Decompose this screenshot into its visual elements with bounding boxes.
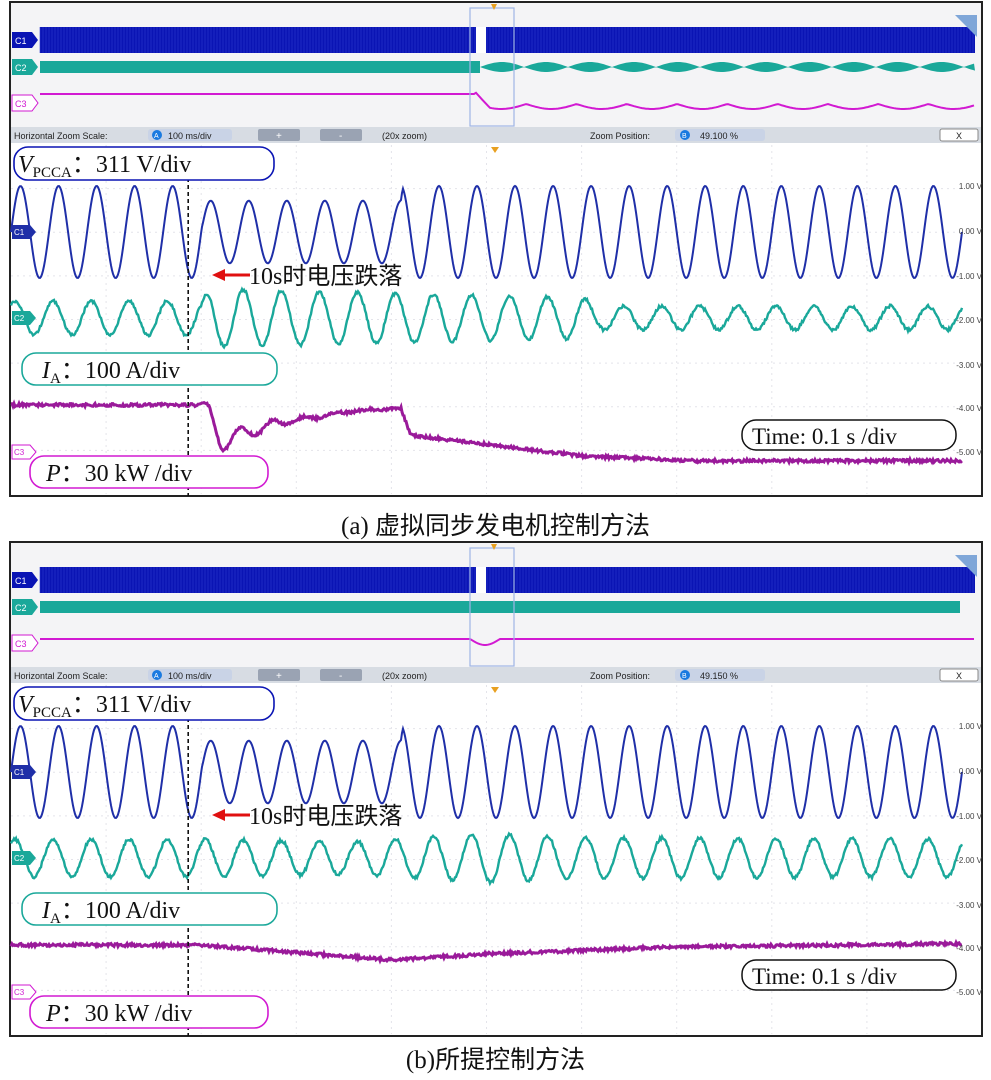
time-scale-label: Time: 0.1 s /div	[741, 959, 957, 991]
close-zoom-button[interactable]: X	[939, 668, 979, 682]
channel-marker: C3	[11, 984, 37, 1000]
zoom-scale-value: 100 ms/div	[168, 131, 212, 141]
svg-text:C3: C3	[15, 99, 27, 109]
zoom-bar: Horizontal Zoom Scale: A 100 ms/div + - (20x …	[11, 667, 981, 683]
zoom-scale-label: Horizontal Zoom Scale:	[14, 131, 108, 141]
zoom-factor-text: (20x zoom)	[382, 131, 427, 141]
zoom-position-label: Zoom Position:	[590, 131, 650, 141]
voltage-scale-label: VPCCA：311 V/div	[13, 146, 275, 181]
current-scale-label: IA：100 A/div	[21, 892, 278, 927]
scale-tick-label: -4.00 V	[956, 944, 982, 953]
svg-text:B: B	[682, 673, 687, 680]
svg-text:B: B	[682, 133, 687, 140]
caption-b: (b)所提控制方法	[405, 1047, 586, 1074]
scale-tick-label: 0.00 V	[959, 767, 983, 776]
scale-tick-label: -5.00 V	[956, 448, 982, 457]
power-scale-label: P：30 kW /div	[29, 995, 269, 1029]
scale-tick-label: -3.00 V	[956, 901, 982, 910]
svg-text:C3: C3	[15, 639, 27, 649]
svg-text:+: +	[276, 671, 282, 682]
svg-text:A: A	[154, 133, 159, 140]
overview-current-band	[40, 601, 960, 613]
scale-tick-label: 1.00 V	[959, 182, 983, 191]
scale-tick-label: -5.00 V	[956, 988, 982, 997]
event-label: 10s时电压跌落	[249, 803, 402, 830]
scope-screen: C1 C2 C3 Horizontal Zoom Scale: A 100 ms/div +…	[9, 541, 983, 1037]
zoom-factor-text: (20x zoom)	[382, 671, 427, 681]
current-scale-label: IA：100 A/div	[21, 352, 278, 387]
svg-text:C2: C2	[15, 603, 27, 613]
svg-text:C2: C2	[14, 854, 25, 863]
svg-text:C1: C1	[15, 36, 27, 46]
svg-text:C1: C1	[14, 228, 25, 237]
svg-text:IA：100 A/div: IA：100 A/div	[41, 358, 180, 387]
zoom-position-value: 49.150 %	[700, 671, 738, 681]
channel-marker: C3	[11, 444, 37, 460]
zoom-position-label: Zoom Position:	[590, 671, 650, 681]
svg-text:C2: C2	[15, 63, 27, 73]
scale-tick-label: -2.00 V	[956, 856, 982, 865]
zoom-in-button[interactable]: +	[258, 129, 300, 142]
scale-tick-label: 1.00 V	[959, 722, 983, 731]
svg-text:C2: C2	[14, 314, 25, 323]
scale-tick-label: -1.00 V	[956, 272, 982, 281]
event-label: 10s时电压跌落	[249, 263, 402, 290]
scale-tick-label: 0.00 V	[959, 227, 983, 236]
oscilloscope-panel-a: C1 C2 C3 Horizontal Zoom Scale: A 100 ms/div +…	[0, 0, 991, 500]
svg-text:+: +	[276, 131, 282, 142]
svg-text:-: -	[339, 131, 342, 142]
scale-tick-label: -4.00 V	[956, 404, 982, 413]
time-scale-label: Time: 0.1 s /div	[741, 419, 957, 451]
overview-channel-tag: C3	[11, 634, 39, 652]
svg-text:P：30 kW /div: P：30 kW /div	[45, 1001, 192, 1027]
zoom-scale-label: Horizontal Zoom Scale:	[14, 671, 108, 681]
overview-channel-tag: C3	[11, 94, 39, 112]
svg-text:Time: 0.1 s /div: Time: 0.1 s /div	[752, 424, 897, 449]
zoom-out-button[interactable]: -	[320, 669, 362, 682]
zoom-bar: Horizontal Zoom Scale: A 100 ms/div + - (20x …	[11, 127, 981, 143]
zoom-position-value: 49.100 %	[700, 131, 738, 141]
scope-screen: C1 C2 C3 Horizontal Zoom Scale: A 100 ms/div +…	[9, 1, 983, 497]
zoom-in-button[interactable]: +	[258, 669, 300, 682]
voltage-scale-label: VPCCA：311 V/div	[13, 686, 275, 721]
zoom-scale-value: 100 ms/div	[168, 671, 212, 681]
svg-text:X: X	[956, 131, 962, 141]
close-zoom-button[interactable]: X	[939, 128, 979, 142]
svg-text:IA：100 A/div: IA：100 A/div	[41, 898, 180, 927]
power-scale-label: P：30 kW /div	[29, 455, 269, 489]
svg-text:C1: C1	[15, 576, 27, 586]
svg-text:A: A	[154, 673, 159, 680]
svg-text:Time: 0.1 s /div: Time: 0.1 s /div	[752, 964, 897, 989]
svg-text:P：30 kW /div: P：30 kW /div	[45, 461, 192, 487]
oscilloscope-panel-b: C1 C2 C3 Horizontal Zoom Scale: A 100 ms/div +…	[0, 540, 991, 1040]
zoom-out-button[interactable]: -	[320, 129, 362, 142]
caption-a: (a) 虚拟同步发电机控制方法	[341, 513, 650, 540]
scale-tick-label: -3.00 V	[956, 361, 982, 370]
scale-tick-label: -2.00 V	[956, 316, 982, 325]
svg-text:C3: C3	[14, 988, 25, 997]
svg-text:C1: C1	[14, 768, 25, 777]
svg-text:C3: C3	[14, 448, 25, 457]
svg-text:X: X	[956, 671, 962, 681]
svg-text:-: -	[339, 671, 342, 682]
scale-tick-label: -1.00 V	[956, 812, 982, 821]
